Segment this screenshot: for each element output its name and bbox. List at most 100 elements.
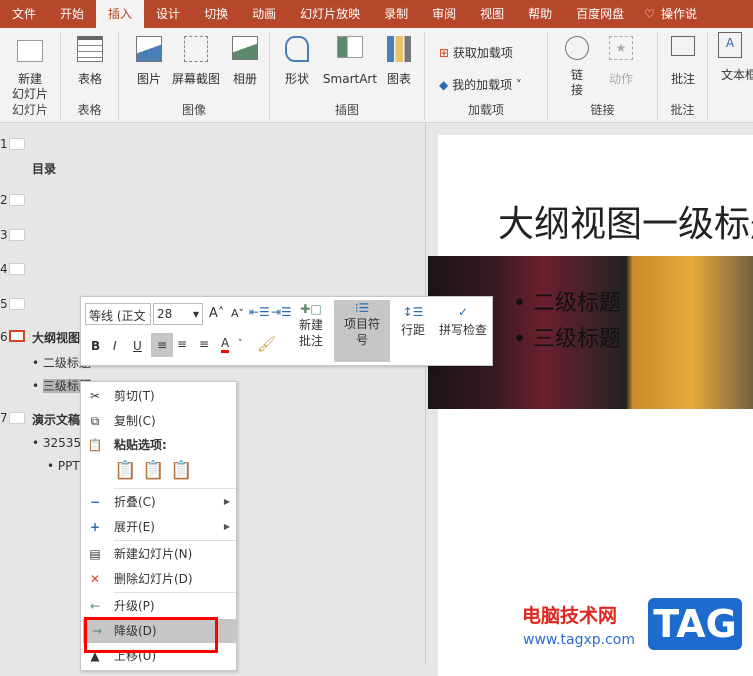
slide-number: 4 [0,262,8,276]
tab-slideshow[interactable]: 幻灯片放映 [288,0,372,28]
font-color-button[interactable]: A [221,337,230,353]
menu-item-collapse[interactable]: − 折叠(C) ▶ [81,490,236,514]
bullet-list-icon: ⁝☰ [354,301,370,315]
menu-item-new-slide[interactable]: ▤ 新建幻灯片(N) [81,542,236,566]
get-addins-button[interactable]: ⊞ 获取加载项 [439,44,513,61]
outline-slide-6-title[interactable]: 大纲视图 [32,329,80,346]
slide-icon[interactable] [9,412,25,424]
delete-slide-icon: ✕ [89,572,101,586]
group-label: 表格 [77,103,102,117]
tab-tell-me[interactable]: 操作说 [655,0,709,28]
paste-options-header: 📋 粘贴选项: [81,433,236,457]
chart-button[interactable]: 图表 [382,36,416,87]
slide-icon[interactable] [9,194,25,206]
tab-file[interactable]: 文件 [0,0,48,28]
spell-check-button[interactable]: ✓ 拼写检查 [434,303,492,339]
my-addins-button[interactable]: ◆ 我的加载项 ˅ [439,76,522,93]
slide-icon[interactable] [9,138,25,150]
shrink-font-icon[interactable]: A˅ [231,307,244,320]
italic-button[interactable]: I [113,339,117,353]
textbox-icon: A [718,32,742,58]
store-icon: ⊞ [439,46,450,60]
slide-bullet[interactable]: • 二级标题 [513,285,621,317]
group-label: 幻灯片 [11,103,48,117]
album-button[interactable]: 相册 [225,36,265,87]
grow-font-icon[interactable]: A˄ [209,306,224,321]
tab-animations[interactable]: 动画 [240,0,288,28]
bold-button[interactable]: B [91,339,100,353]
tab-insert[interactable]: 插入 [96,0,145,28]
underline-button[interactable]: U [133,339,142,353]
slide-number: 7 [0,411,8,425]
chevron-down-icon[interactable]: ˅ [238,339,243,349]
shapes-button[interactable]: 形状 [282,36,312,87]
submenu-arrow-icon: ▶ [223,497,230,506]
picture-button[interactable]: 图片 [129,36,169,87]
slide-canvas[interactable]: 大纲视图一级标题 • 二级标题 • 三级标题 [428,135,753,676]
outline-slide-1-title[interactable]: 目录 [32,160,56,177]
outline-bullet[interactable]: • PPT [47,459,80,473]
tab-home[interactable]: 开始 [48,0,96,28]
menu-item-expand[interactable]: + 展开(E) ▶ [81,515,236,539]
tab-design[interactable]: 设计 [144,0,192,28]
menu-item-delete-slide[interactable]: ✕ 删除幻灯片(D) [81,567,236,591]
action-button[interactable]: ★ 动作 [604,36,638,87]
picture-icon [136,36,162,62]
slide-number: 1 [0,137,8,151]
new-comment-button[interactable]: ✚□ 新建 批注 [291,301,331,349]
screenshot-button[interactable]: 屏幕截图 [169,36,223,87]
table-button[interactable]: 表格 [73,36,107,87]
slide-icon-selected[interactable] [9,330,25,342]
slide-number: 3 [0,228,8,242]
comment-button[interactable]: 批注 [666,36,700,87]
paste-keep-formatting-icon[interactable]: 📋 [114,460,136,481]
slide-number: 2 [0,193,8,207]
align-center-button[interactable]: ≡ [177,337,187,351]
slide-icon[interactable] [9,263,25,275]
star-action-icon: ★ [609,36,633,60]
ribbon: 幻灯片 新建 幻灯片 表格 表格 图像 图片 屏幕截图 相册 插图 形状 Sma… [0,28,753,123]
new-slide-icon: ▤ [89,547,101,561]
slide-number: 6 [0,330,8,344]
font-size-dropdown[interactable]: 28 ▾ [153,303,203,325]
new-slide-button[interactable]: 新建 幻灯片 [4,36,56,102]
textbox-button[interactable]: A 文本框 [714,32,753,83]
tab-view[interactable]: 视图 [468,0,516,28]
group-label: 加载项 [467,103,504,117]
slide-icon[interactable] [9,229,25,241]
tab-baidu[interactable]: 百度网盘 [564,0,636,28]
lightbulb-icon: ♡ [644,7,655,21]
align-right-button[interactable]: ≡ [199,337,209,351]
increase-indent-icon[interactable]: ⇥☰ [271,305,292,319]
menu-item-cut[interactable]: ✂ 剪切(T) [81,384,236,408]
table-icon [77,36,103,62]
group-label: 图像 [181,103,206,117]
paste-text-only-icon[interactable]: 📋 [170,460,192,481]
outline-slide-7-title[interactable]: 演示文稿 [32,411,80,428]
album-icon [232,36,258,60]
tab-review[interactable]: 审阅 [420,0,468,28]
watermark-logo: TAG [648,598,742,650]
slide-title[interactable]: 大纲视图一级标题 [498,195,753,247]
new-slide-icon [17,40,43,62]
tab-record[interactable]: 录制 [372,0,420,28]
decrease-indent-icon[interactable]: ⇤☰ [249,305,270,319]
font-name-dropdown[interactable]: 等线 (正文 ▾ [85,303,151,325]
paste-destination-theme-icon[interactable]: 📋 [142,460,164,481]
line-spacing-button[interactable]: ↕☰ 行距 [396,303,430,339]
slide-bullet[interactable]: • 三级标题 [513,321,621,353]
menu-item-promote[interactable]: ← 升级(P) [81,594,236,618]
slide-icon[interactable] [9,298,25,310]
tab-help[interactable]: 帮助 [516,0,564,28]
addin-icon: ◆ [439,78,449,92]
watermark-site: 电脑技术网 [522,605,618,627]
arrow-left-icon: ← [89,599,101,613]
smartart-button[interactable]: SmartArt [320,36,380,87]
bullets-button[interactable]: ⁝☰ 项目符 号 [334,300,390,362]
link-button[interactable]: 链 接 [562,36,592,98]
format-painter-icon[interactable]: 🖌 [257,335,276,353]
group-label: 插图 [334,103,359,117]
tab-transitions[interactable]: 切换 [192,0,240,28]
align-left-button[interactable]: ≡ [151,333,173,357]
menu-item-copy[interactable]: ⧉ 复制(C) [81,409,236,433]
